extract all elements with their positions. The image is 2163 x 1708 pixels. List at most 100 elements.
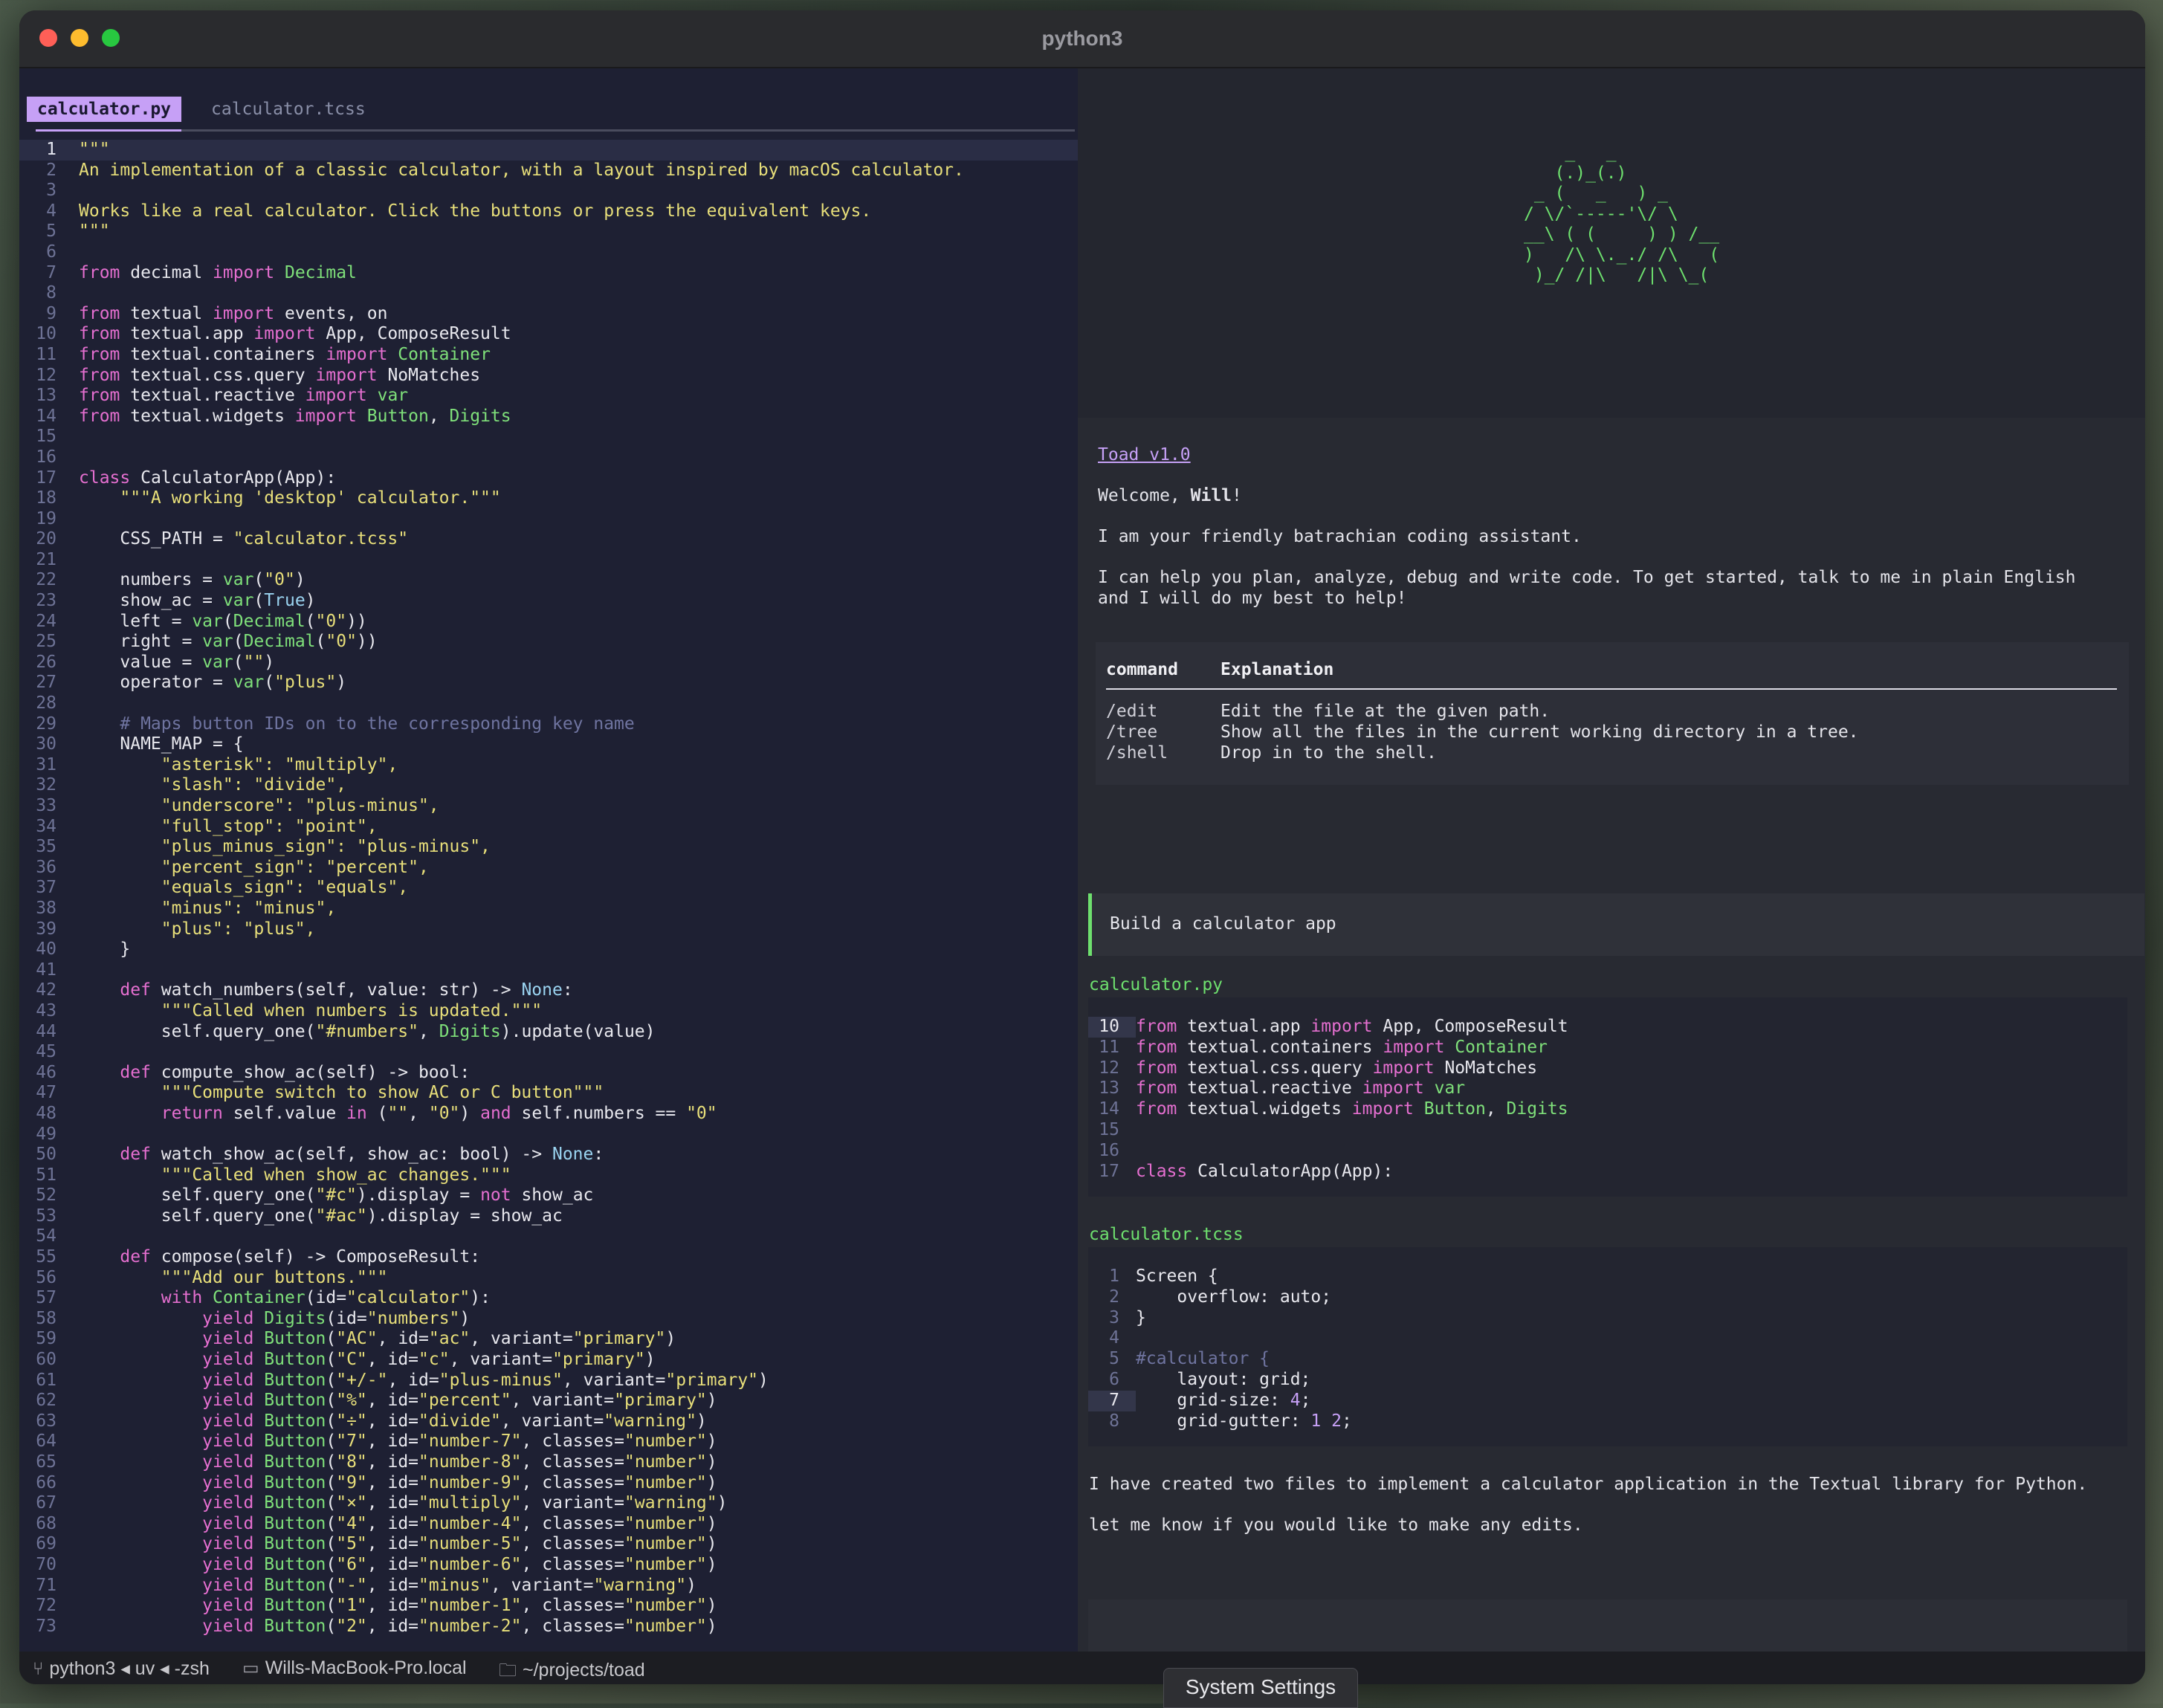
code-line[interactable]: 33 "underscore": "plus-minus", xyxy=(19,796,1078,817)
line-number: 69 xyxy=(36,1534,56,1554)
code-line[interactable]: 10 from textual.app import App, ComposeRe… xyxy=(19,324,1078,345)
toad-ascii-art: _ _ (.)_(.) _ ( _ ) _ / \/`-----'\/ \ __… xyxy=(1524,143,1720,285)
code-line[interactable]: 28 xyxy=(19,693,1078,714)
code-line[interactable]: 60 yield Button("C", id="c", variant="pr… xyxy=(19,1350,1078,1371)
code-line[interactable]: 12 from textual.css.query import NoMatche… xyxy=(19,366,1078,386)
code-line[interactable]: 19 xyxy=(19,509,1078,530)
code-line[interactable]: 71 yield Button("-", id="minus", variant… xyxy=(19,1576,1078,1597)
code-editor[interactable]: 1 """ 2 An implementation of a classic calc… xyxy=(19,140,1078,1637)
line-number: 40 xyxy=(36,939,56,960)
code-line[interactable]: 32 "slash": "divide", xyxy=(19,775,1078,796)
code-line[interactable]: 73 yield Button("2", id="number-2", clas… xyxy=(19,1617,1078,1637)
code-line[interactable]: 48 return self.value in ("", "0") and se… xyxy=(19,1104,1078,1125)
file2-name[interactable]: calculator.tcss xyxy=(1089,1225,1244,1244)
file1-name[interactable]: calculator.py xyxy=(1089,975,1223,994)
code-line[interactable]: 7 from decimal import Decimal xyxy=(19,263,1078,284)
code-line[interactable]: 39 "plus": "plus", xyxy=(19,919,1078,940)
code-line[interactable]: 30 NAME_MAP = { xyxy=(19,734,1078,755)
snippet-line: 7 grid-size: 4; xyxy=(1088,1390,2127,1411)
code-line[interactable]: 37 "equals_sign": "equals", xyxy=(19,878,1078,899)
code-line[interactable]: 23 show_ac = var(True) xyxy=(19,591,1078,612)
code-line[interactable]: 36 "percent_sign": "percent", xyxy=(19,858,1078,879)
editor-pane[interactable]: calculator.py calculator.tcss 1 """ 2 An im… xyxy=(19,68,1078,1652)
code-line[interactable]: 46 def compute_show_ac(self) -> bool: xyxy=(19,1063,1078,1084)
code-line[interactable]: 27 operator = var("plus") xyxy=(19,673,1078,693)
code-line[interactable]: 22 numbers = var("0") xyxy=(19,570,1078,591)
code-line[interactable]: 51 """Called when show_ac changes.""" xyxy=(19,1165,1078,1186)
line-number: 26 xyxy=(36,652,56,672)
code-line[interactable]: 41 xyxy=(19,960,1078,981)
code-line[interactable]: 42 def watch_numbers(self, value: str) -… xyxy=(19,980,1078,1001)
code-line[interactable]: 8 xyxy=(19,283,1078,304)
code-line[interactable]: 25 right = var(Decimal("0")) xyxy=(19,632,1078,653)
line-number: 12 xyxy=(36,365,56,385)
code-line[interactable]: 18 """A working 'desktop' calculator.""" xyxy=(19,488,1078,509)
code-line[interactable]: 50 def watch_show_ac(self, show_ac: bool… xyxy=(19,1145,1078,1165)
code-line[interactable]: 67 yield Button("×", id="multiply", vari… xyxy=(19,1493,1078,1514)
code-line[interactable]: 52 self.query_one("#c").display = not sh… xyxy=(19,1185,1078,1206)
code-line[interactable]: 11 from textual.containers import Contain… xyxy=(19,345,1078,366)
line-number: 55 xyxy=(36,1247,56,1267)
code-line[interactable]: 65 yield Button("8", id="number-8", clas… xyxy=(19,1452,1078,1473)
code-line[interactable]: 63 yield Button("÷", id="divide", varian… xyxy=(19,1411,1078,1432)
code-line[interactable]: 57 with Container(id="calculator"): xyxy=(19,1288,1078,1309)
code-line[interactable]: 44 self.query_one("#numbers", Digits).up… xyxy=(19,1022,1078,1043)
code-line[interactable]: 16 xyxy=(19,447,1078,468)
code-line[interactable]: 31 "asterisk": "multiply", xyxy=(19,755,1078,776)
code-line[interactable]: 35 "plus_minus_sign": "plus-minus", xyxy=(19,837,1078,858)
code-line[interactable]: 64 yield Button("7", id="number-7", clas… xyxy=(19,1432,1078,1452)
code-line[interactable]: 4 Works like a real calculator. Click the… xyxy=(19,201,1078,222)
code-line[interactable]: 47 """Compute switch to show AC or C but… xyxy=(19,1083,1078,1104)
code-line[interactable]: 2 An implementation of a classic calculat… xyxy=(19,161,1078,181)
code-line[interactable]: 54 xyxy=(19,1226,1078,1247)
code-line[interactable]: 53 self.query_one("#ac").display = show_… xyxy=(19,1206,1078,1227)
code-line[interactable]: 55 def compose(self) -> ComposeResult: xyxy=(19,1247,1078,1268)
code-line[interactable]: 40 } xyxy=(19,939,1078,960)
line-number: 13 xyxy=(36,386,56,406)
code-line[interactable]: 49 xyxy=(19,1125,1078,1145)
reply-line-2: let me know if you would like to make an… xyxy=(1089,1515,1583,1535)
code-line[interactable]: 15 xyxy=(19,427,1078,447)
code-line[interactable]: 34 "full_stop": "point", xyxy=(19,817,1078,838)
code-line[interactable]: 61 yield Button("+/-", id="plus-minus", … xyxy=(19,1371,1078,1391)
line-number: 37 xyxy=(36,878,56,898)
code-line[interactable]: 21 xyxy=(19,550,1078,571)
tab-calculator-tcss[interactable]: calculator.tcss xyxy=(201,97,376,122)
code-line[interactable]: 24 left = var(Decimal("0")) xyxy=(19,612,1078,633)
line-number: 36 xyxy=(36,857,56,877)
code-line[interactable]: 17 class CalculatorApp(App): xyxy=(19,468,1078,489)
line-number: 67 xyxy=(36,1493,56,1513)
code-line[interactable]: 69 yield Button("5", id="number-5", clas… xyxy=(19,1534,1078,1555)
line-number: 27 xyxy=(36,673,56,693)
code-line[interactable]: 14 from textual.widgets import Button, Di… xyxy=(19,407,1078,427)
code-line[interactable]: 62 yield Button("%", id="percent", varia… xyxy=(19,1391,1078,1411)
line-number: 61 xyxy=(36,1370,56,1390)
code-line[interactable]: 38 "minus": "minus", xyxy=(19,899,1078,919)
snippet-line: 16 xyxy=(1088,1141,2127,1162)
line-text: yield Digits(id="numbers") xyxy=(202,1308,471,1328)
code-line[interactable]: 9 from textual import events, on xyxy=(19,304,1078,325)
version-link[interactable]: Toad v1.0 xyxy=(1098,445,1191,466)
code-line[interactable]: 58 yield Digits(id="numbers") xyxy=(19,1309,1078,1330)
code-line[interactable]: 20 CSS_PATH = "calculator.tcss" xyxy=(19,529,1078,550)
code-line[interactable]: 5 """ xyxy=(19,221,1078,242)
code-line[interactable]: 26 value = var("") xyxy=(19,653,1078,673)
code-line[interactable]: 13 from textual.reactive import var xyxy=(19,386,1078,407)
tab-calculator-py[interactable]: calculator.py xyxy=(27,97,182,122)
code-line[interactable]: 56 """Add our buttons.""" xyxy=(19,1268,1078,1289)
line-text: """A working 'desktop' calculator.""" xyxy=(79,488,501,508)
code-line[interactable]: 68 yield Button("4", id="number-4", clas… xyxy=(19,1514,1078,1535)
code-line[interactable]: 72 yield Button("1", id="number-1", clas… xyxy=(19,1596,1078,1617)
code-line[interactable]: 45 xyxy=(19,1042,1078,1063)
code-line[interactable]: 43 """Called when numbers is updated.""" xyxy=(19,1001,1078,1022)
line-number: 17 xyxy=(1099,1161,1119,1181)
code-line[interactable]: 29 # Maps button IDs on to the correspon… xyxy=(19,714,1078,735)
code-line[interactable]: 70 yield Button("6", id="number-6", clas… xyxy=(19,1555,1078,1576)
code-line[interactable]: 3 xyxy=(19,181,1078,201)
chat-input[interactable] xyxy=(1088,1599,2127,1652)
code-line[interactable]: 59 yield Button("AC", id="ac", variant="… xyxy=(19,1329,1078,1350)
line-text: """Add our buttons.""" xyxy=(79,1267,388,1287)
code-line[interactable]: 1 """ xyxy=(19,140,1078,161)
code-line[interactable]: 66 yield Button("9", id="number-9", clas… xyxy=(19,1473,1078,1494)
code-line[interactable]: 6 xyxy=(19,242,1078,263)
